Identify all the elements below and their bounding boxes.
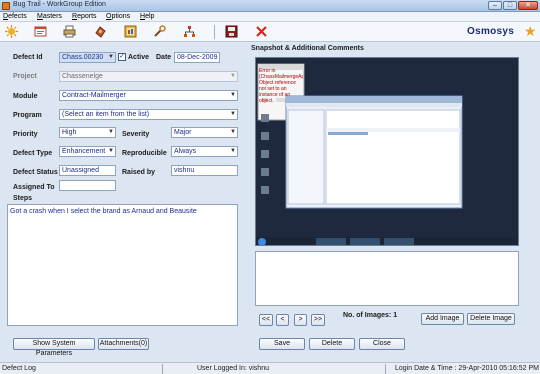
report-icon[interactable]	[123, 24, 138, 39]
program-select[interactable]: (Select an item from the list) ▼	[59, 109, 238, 120]
delete-button[interactable]: Delete	[309, 338, 355, 350]
priority-select[interactable]: High ▼	[59, 127, 116, 138]
menu-masters[interactable]: Masters	[37, 13, 62, 20]
toolbar: Osmosys ★	[0, 22, 540, 42]
hierarchy-icon[interactable]	[182, 24, 197, 39]
program-label: Program	[13, 112, 42, 119]
save-button[interactable]: Save	[259, 338, 305, 350]
severity-select[interactable]: Major ▼	[171, 127, 238, 138]
status-separator	[162, 364, 163, 374]
brand-star-icon: ★	[524, 23, 537, 39]
menu-defects[interactable]: Defects	[3, 13, 27, 20]
tools-icon[interactable]	[152, 24, 167, 39]
menu-help[interactable]: Help	[140, 13, 154, 20]
reproducible-select[interactable]: Always ▼	[171, 146, 238, 157]
reproducible-label: Reproducible	[122, 150, 167, 157]
menu-options[interactable]: Options	[106, 13, 130, 20]
chevron-down-icon: ▼	[230, 111, 236, 117]
defect-id-label: Defect Id	[13, 54, 43, 61]
menu-reports[interactable]: Reports	[72, 13, 97, 20]
date-label: Date	[156, 54, 172, 61]
first-image-button[interactable]: <<	[259, 314, 273, 326]
module-select[interactable]: Contract-Mailmerger ▼	[59, 90, 238, 101]
close-window-button[interactable]: ✕	[518, 1, 538, 10]
active-checkbox[interactable]: ✓	[118, 53, 126, 61]
project-select[interactable]: Chassenelge ▼	[59, 71, 238, 82]
steps-textarea[interactable]: Got a crash when I select the brand as A…	[7, 204, 238, 326]
attachments-button[interactable]: Attachments(0)	[98, 338, 149, 350]
snapshot-image[interactable]: Error in {ChassMailmergeApplication}: Ob…	[255, 57, 519, 246]
images-count-value: 1	[393, 312, 398, 319]
raised-by-label: Raised by	[122, 169, 156, 176]
snapshot-title: Snapshot & Additional Comments	[251, 45, 364, 52]
delete-icon[interactable]	[254, 24, 269, 39]
toolbar-separator	[214, 25, 215, 39]
defect-type-label: Defect Type	[13, 150, 53, 157]
date-field[interactable]: 08-Dec-2009	[174, 52, 220, 63]
menu-bar: Defects Masters Reports Options Help	[0, 12, 540, 22]
comments-textarea[interactable]	[255, 251, 519, 306]
brand-logo: Osmosys	[467, 26, 515, 37]
window-title: Bug Trail - WorkGroup Edition	[13, 1, 106, 8]
chevron-down-icon: ▼	[230, 73, 236, 79]
images-count-label: No. of Images: 1	[343, 312, 398, 319]
raised-by-field[interactable]: vishnu	[171, 165, 238, 176]
defect-status-field[interactable]: Unassigned	[59, 165, 116, 176]
chevron-down-icon: ▼	[108, 54, 114, 60]
chevron-down-icon: ▼	[108, 129, 114, 135]
priority-label: Priority	[13, 131, 38, 138]
title-bar: Bug Trail - WorkGroup Edition – □ ✕	[0, 0, 540, 12]
last-image-button[interactable]: >>	[311, 314, 325, 326]
defect-id-select[interactable]: Chass.00230 ▼	[59, 52, 116, 63]
previous-image-button[interactable]: <	[276, 314, 289, 326]
assigned-to-field[interactable]	[59, 180, 116, 191]
print-icon[interactable]	[62, 24, 77, 39]
save-icon[interactable]	[224, 24, 239, 39]
module-label: Module	[13, 93, 38, 100]
app-icon	[2, 2, 10, 10]
show-system-parameters-button[interactable]: Show System Parameters	[13, 338, 95, 357]
chevron-down-icon: ▼	[108, 148, 114, 154]
minimize-button[interactable]: –	[488, 1, 502, 10]
error-message-text: Error in {ChassMailmergeApplication}: Ob…	[259, 68, 303, 104]
chevron-down-icon: ▼	[230, 129, 236, 135]
new-defect-icon[interactable]	[4, 24, 19, 39]
delete-image-button[interactable]: Delete Image	[467, 313, 515, 325]
chevron-down-icon: ▼	[230, 148, 236, 154]
bug-icon[interactable]	[93, 24, 108, 39]
status-left: Defect Log	[2, 365, 36, 372]
next-image-button[interactable]: >	[294, 314, 307, 326]
severity-label: Severity	[122, 131, 150, 138]
status-bar: Defect Log User Logged In: vishnu Login …	[0, 362, 540, 374]
list-icon[interactable]	[33, 24, 48, 39]
close-button[interactable]: Close	[359, 338, 405, 350]
steps-label: Steps	[13, 195, 33, 202]
status-separator	[385, 364, 386, 374]
chevron-down-icon: ▼	[230, 92, 236, 98]
defect-type-select[interactable]: Enhancement ▼	[59, 146, 116, 157]
active-label: Active	[128, 54, 150, 61]
project-label: Project	[13, 73, 37, 80]
assigned-to-label: Assigned To	[13, 184, 55, 191]
defect-status-label: Defect Status	[13, 169, 58, 176]
maximize-button[interactable]: □	[503, 1, 517, 10]
status-login-time: Login Date & Time : 29-Apr-2010 05:16:52…	[395, 365, 539, 372]
status-user: User Logged In: vishnu	[197, 365, 269, 372]
add-image-button[interactable]: Add Image	[421, 313, 464, 325]
